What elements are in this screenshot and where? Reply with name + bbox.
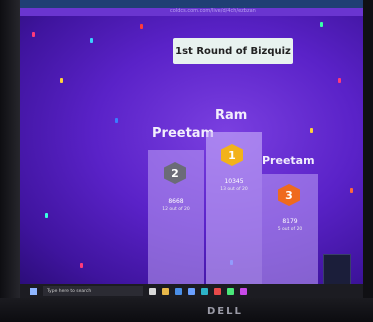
confetti: [60, 78, 63, 83]
quiz-title: 1st Round of Bizquiz: [173, 38, 293, 64]
confetti: [320, 22, 323, 27]
windows-taskbar: Type here to search: [20, 284, 363, 298]
quiz-leaderboard-screen: coldcs.com.com/live/d/4ch/ezbzan 1st Rou…: [20, 8, 363, 284]
app-icon[interactable]: [227, 287, 234, 295]
dell-logo: DELL: [207, 306, 243, 317]
mail-icon[interactable]: [188, 287, 195, 295]
monitor-bezel-right: [363, 0, 373, 322]
confetti: [80, 263, 83, 268]
windows-start-icon[interactable]: [30, 287, 37, 295]
first-place-detail: 13 out of 20: [220, 187, 248, 192]
confetti: [90, 38, 93, 43]
third-place-score: 8179: [282, 218, 298, 225]
second-place-score: 8668: [168, 198, 184, 205]
confetti: [45, 213, 48, 218]
task-view-icon[interactable]: [149, 287, 156, 295]
first-place-name: Ram: [215, 108, 248, 123]
third-place-name: Preetam: [262, 154, 315, 167]
side-window-preview[interactable]: [323, 254, 351, 284]
file-explorer-icon[interactable]: [162, 287, 169, 295]
confetti: [338, 78, 341, 83]
first-place-score: 10345: [224, 178, 244, 185]
monitor-bezel-top: [0, 0, 373, 8]
monitor-bezel-bottom: DELL: [0, 298, 373, 322]
chrome-icon[interactable]: [214, 287, 221, 295]
app-icon[interactable]: [240, 287, 247, 295]
taskbar-search[interactable]: Type here to search: [43, 286, 143, 296]
second-place-name: Preetam: [152, 126, 215, 141]
monitor-bezel-left: [0, 0, 20, 322]
browser-url: coldcs.com.com/live/d/4ch/ezbzan: [170, 8, 256, 14]
confetti: [32, 32, 35, 37]
confetti: [140, 24, 143, 29]
store-icon[interactable]: [175, 287, 182, 295]
confetti: [310, 128, 313, 133]
edge-icon[interactable]: [201, 287, 208, 295]
confetti: [350, 188, 353, 193]
second-place-detail: 12 out of 20: [162, 207, 190, 212]
confetti: [115, 118, 118, 123]
third-place-detail: 5 out of 20: [277, 227, 303, 232]
taskbar-search-placeholder: Type here to search: [47, 288, 92, 294]
